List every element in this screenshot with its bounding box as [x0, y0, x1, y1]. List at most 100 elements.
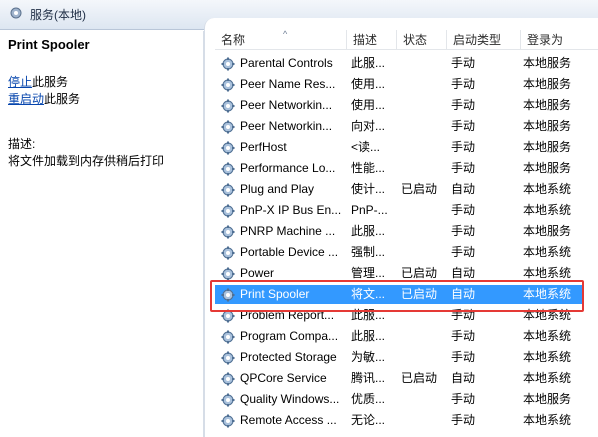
column-header-row: 名称 ^ 描述 状态 启动类型 登录为 — [215, 29, 598, 50]
service-gear-icon — [221, 78, 235, 92]
service-name: Peer Networkin... — [240, 98, 333, 112]
column-header-name-label: 名称 — [221, 33, 246, 47]
service-startup-type: 手动 — [451, 119, 476, 133]
service-description: 使用... — [351, 77, 386, 91]
service-description: <读... — [351, 140, 381, 154]
restart-service-link[interactable]: 重启动 — [8, 92, 44, 106]
service-gear-icon — [221, 246, 235, 260]
service-row[interactable]: Peer Name Res... 使用... 手动 本地服务 — [215, 74, 598, 95]
service-name-cell: Power — [221, 263, 347, 284]
stop-service-suffix: 此服务 — [32, 75, 69, 89]
service-status — [401, 221, 447, 242]
column-header-description[interactable]: 描述 — [347, 30, 397, 50]
service-name: Quality Windows... — [240, 392, 340, 406]
service-name: Protected Storage — [240, 350, 337, 364]
service-startup-type: 自动 — [451, 182, 476, 196]
column-header-status[interactable]: 状态 — [397, 30, 447, 50]
service-name: Parental Controls — [240, 56, 333, 70]
service-name-cell: PnP-X IP Bus En... — [221, 200, 347, 221]
service-gear-icon — [221, 162, 235, 176]
service-status — [401, 326, 447, 347]
service-row[interactable]: QPCore Service 腾讯... 已启动 自动 本地系统 — [215, 368, 598, 389]
service-row[interactable]: Program Compa... 此服... 手动 本地系统 — [215, 326, 598, 347]
service-details-panel: Print Spooler 停止此服务 重启动此服务 描述: 将文件加载到内存供… — [0, 31, 204, 437]
service-status — [401, 200, 447, 221]
service-status — [401, 242, 447, 263]
service-row[interactable]: Quality Windows... 优质... 手动 本地服务 — [215, 389, 598, 410]
service-status — [401, 53, 447, 74]
service-logon-as: 本地服务 — [523, 140, 572, 154]
service-name: Print Spooler — [240, 287, 310, 301]
service-row[interactable]: Peer Networkin... 向对... 手动 本地服务 — [215, 116, 598, 137]
service-row[interactable]: Plug and Play 使计... 已启动 自动 本地系统 — [215, 179, 598, 200]
service-gear-icon — [221, 225, 235, 239]
service-status — [401, 389, 447, 410]
column-header-logon-as[interactable]: 登录为 — [521, 30, 598, 50]
service-status — [401, 74, 447, 95]
service-status — [401, 116, 447, 137]
service-row[interactable]: Performance Lo... 性能... 手动 本地服务 — [215, 158, 598, 179]
service-name: Performance Lo... — [240, 161, 336, 175]
service-row[interactable]: Protected Storage 为敏... 手动 本地系统 — [215, 347, 598, 368]
column-header-name[interactable]: 名称 ^ — [215, 29, 347, 50]
service-name-cell: QPCore Service — [221, 368, 347, 389]
service-name-cell: Parental Controls — [221, 53, 347, 74]
service-gear-icon — [221, 57, 235, 71]
service-row[interactable]: Print Spooler 将文... 已启动 自动 本地系统 — [215, 284, 598, 305]
service-name-cell: PerfHost — [221, 137, 347, 158]
service-status: 已启动 — [401, 182, 438, 196]
service-description: PnP-... — [351, 203, 388, 217]
service-name-cell: Quality Windows... — [221, 389, 347, 410]
service-startup-type: 手动 — [451, 203, 476, 217]
service-row[interactable]: Portable Device ... 强制... 手动 本地系统 — [215, 242, 598, 263]
service-status — [401, 347, 447, 368]
service-logon-as: 本地服务 — [523, 161, 572, 175]
service-name-cell: Peer Name Res... — [221, 74, 347, 95]
service-startup-type: 手动 — [451, 140, 476, 154]
service-startup-type: 手动 — [451, 350, 476, 364]
service-row[interactable]: PerfHost <读... 手动 本地服务 — [215, 137, 598, 158]
service-name-cell: Peer Networkin... — [221, 116, 347, 137]
service-gear-icon — [221, 414, 235, 428]
service-startup-type: 自动 — [451, 287, 476, 301]
service-row[interactable]: Power 管理... 已启动 自动 本地系统 — [215, 263, 598, 284]
column-header-startup-type[interactable]: 启动类型 — [447, 30, 521, 50]
service-row[interactable]: PnP-X IP Bus En... PnP-... 手动 本地系统 — [215, 200, 598, 221]
service-logon-as: 本地系统 — [523, 266, 572, 280]
service-startup-type: 手动 — [451, 161, 476, 175]
service-gear-icon — [221, 120, 235, 134]
service-logon-as: 本地服务 — [523, 224, 572, 238]
restart-action-line: 重启动此服务 — [8, 91, 195, 108]
service-status — [401, 137, 447, 158]
service-row[interactable]: PNRP Machine ... 此服... 手动 本地服务 — [215, 221, 598, 242]
service-description: 此服... — [351, 224, 386, 238]
service-row[interactable]: Problem Report... 此服... 手动 本地系统 — [215, 305, 598, 326]
service-startup-type: 手动 — [451, 329, 476, 343]
service-gear-icon — [221, 372, 235, 386]
service-logon-as: 本地系统 — [523, 182, 572, 196]
stop-action-line: 停止此服务 — [8, 74, 195, 91]
service-name: Problem Report... — [240, 308, 335, 322]
service-description: 向对... — [351, 119, 386, 133]
service-description: 无论... — [351, 413, 386, 427]
service-row[interactable]: Parental Controls 此服... 手动 本地服务 — [215, 53, 598, 74]
stop-service-link[interactable]: 停止 — [8, 75, 32, 89]
description-text: 将文件加载到内存供稍后打印 — [8, 154, 165, 168]
service-name-cell: Program Compa... — [221, 326, 347, 347]
service-name: QPCore Service — [240, 371, 327, 385]
service-logon-as: 本地系统 — [523, 371, 572, 385]
service-startup-type: 自动 — [451, 266, 476, 280]
service-row[interactable]: Remote Access ... 无论... 手动 本地系统 — [215, 410, 598, 431]
service-logon-as: 本地服务 — [523, 56, 572, 70]
sort-ascending-icon: ^ — [283, 29, 288, 39]
service-name-cell: Plug and Play — [221, 179, 347, 200]
service-logon-as: 本地系统 — [523, 329, 572, 343]
service-gear-icon — [221, 204, 235, 218]
service-status — [401, 95, 447, 116]
service-name: PNRP Machine ... — [240, 224, 336, 238]
service-status — [401, 158, 447, 179]
service-row[interactable]: Peer Networkin... 使用... 手动 本地服务 — [215, 95, 598, 116]
service-name-cell: Print Spooler — [221, 284, 347, 305]
service-name: Portable Device ... — [240, 245, 339, 259]
service-description: 将文... — [351, 287, 386, 301]
